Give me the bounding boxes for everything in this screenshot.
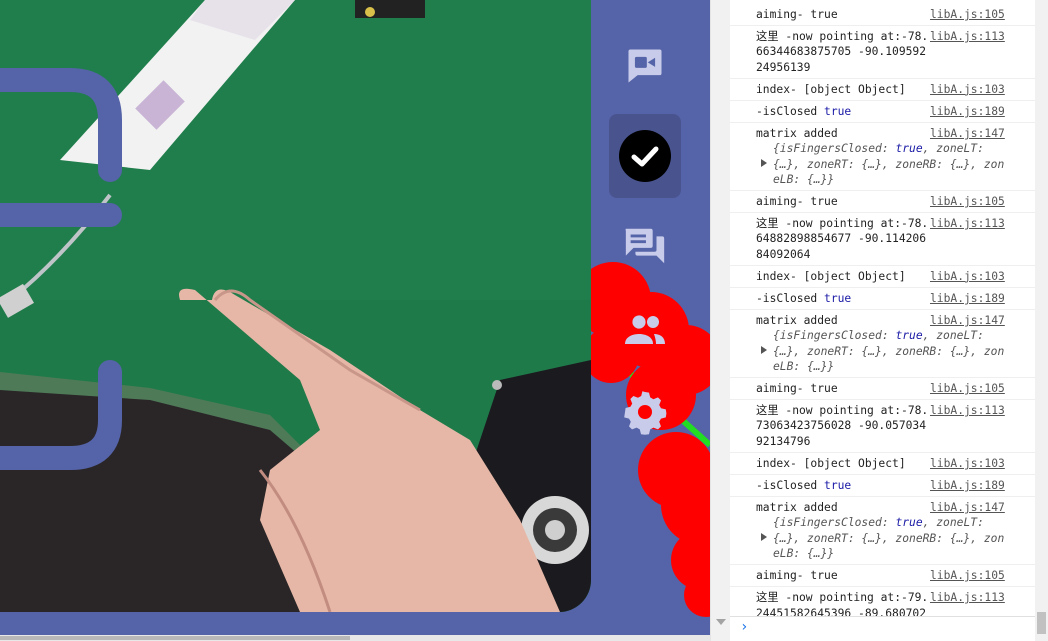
console-row: aiming- true libA.js:105 [730, 191, 1035, 214]
object-preview-start: {isFingersClosed: [773, 142, 896, 156]
source-link[interactable]: libA.js:189 [930, 104, 1005, 119]
source-link[interactable]: libA.js:105 [930, 7, 1005, 22]
console-row: index- [object Object] libA.js:103 [730, 453, 1035, 476]
source-link[interactable]: libA.js:105 [930, 194, 1005, 209]
source-link[interactable]: libA.js:147 [930, 500, 1005, 515]
console-row: matrix added libA.js:147 {isFingersClose… [730, 310, 1035, 379]
object-preview[interactable]: {isFingersClosed: true, zoneLT: {…}, zon… [756, 328, 1006, 374]
console-row: index- [object Object] libA.js:103 [730, 266, 1035, 289]
source-link[interactable]: libA.js:113 [930, 590, 1005, 605]
console-message: -isClosed true [756, 104, 930, 119]
console-log-list: aiming- true libA.js:105 这里 -now pointin… [730, 4, 1035, 640]
expand-triangle-icon[interactable] [761, 346, 767, 355]
source-link[interactable]: libA.js:103 [930, 82, 1005, 97]
prompt-caret-icon: › [740, 619, 749, 635]
object-preview[interactable]: {isFingersClosed: true, zoneLT: {…}, zon… [756, 515, 1006, 561]
console-row: matrix added libA.js:147 {isFingersClose… [730, 123, 1035, 192]
object-preview-start: {isFingersClosed: [773, 329, 896, 343]
console-message: index- [object Object] [756, 456, 906, 470]
source-link[interactable]: libA.js:189 [930, 478, 1005, 493]
console-row: index- [object Object] libA.js:103 [730, 79, 1035, 102]
console-scrollbar-thumb[interactable] [1037, 612, 1046, 634]
console-row: matrix added libA.js:147 {isFingersClose… [730, 497, 1035, 566]
console-row: 这里 -now pointing at:-78.64882898854677 -… [730, 213, 1035, 266]
horizontal-scrollbar-thumb[interactable] [0, 636, 350, 640]
object-preview-bool: true [895, 329, 923, 343]
source-link[interactable]: libA.js:147 [930, 126, 1005, 141]
source-link[interactable]: libA.js:105 [930, 381, 1005, 396]
console-row: -isClosed true libA.js:189 [730, 475, 1035, 498]
console-message: -isClosed true [756, 478, 930, 493]
console-message: aiming- true [756, 8, 838, 21]
console-message: 这里 -now pointing at:-78.66344683875705 -… [756, 30, 929, 74]
source-link[interactable]: libA.js:113 [930, 216, 1005, 231]
people-icon [625, 315, 665, 344]
console-row: 这里 -now pointing at:-78.73063423756028 -… [730, 400, 1035, 453]
console-row: -isClosed true libA.js:189 [730, 288, 1035, 311]
console-message: 这里 -now pointing at:-78.73063423756028 -… [756, 404, 929, 448]
console-message: aiming- true [756, 382, 838, 396]
object-preview-bool: true [895, 516, 923, 530]
console-bool-value: true [824, 292, 852, 306]
app-area [0, 0, 710, 641]
console-message: index- [object Object] [756, 82, 906, 96]
console-label: -isClosed [756, 479, 825, 493]
console-scrollbar[interactable] [1035, 0, 1048, 641]
horizontal-scrollbar[interactable] [0, 635, 710, 641]
source-link[interactable]: libA.js:105 [930, 568, 1005, 583]
console-label: -isClosed [756, 105, 825, 119]
console-label: -isClosed [756, 292, 825, 306]
expand-triangle-icon[interactable] [761, 533, 767, 542]
source-link[interactable]: libA.js:147 [930, 313, 1005, 328]
source-link[interactable]: libA.js:103 [930, 456, 1005, 471]
source-link[interactable]: libA.js:103 [930, 269, 1005, 284]
app-vertical-scrollbar[interactable] [710, 0, 730, 641]
console-message: index- [object Object] [756, 269, 906, 283]
sidebar [591, 0, 710, 641]
console-row: aiming- true libA.js:105 [730, 4, 1035, 27]
sidebar-button-forum[interactable] [609, 210, 681, 282]
console-message: aiming- true [756, 195, 838, 209]
console-message: matrix added [756, 127, 838, 141]
sidebar-button-settings[interactable] [609, 376, 681, 448]
console-prompt[interactable]: › [730, 616, 1035, 641]
console-message: matrix added [756, 501, 838, 515]
console-row: aiming- true libA.js:105 [730, 565, 1035, 588]
console-bool-value: true [824, 105, 852, 119]
video-chat-icon [628, 49, 662, 83]
object-preview-start: {isFingersClosed: [773, 516, 896, 530]
expand-triangle-icon[interactable] [761, 159, 767, 168]
camera-feed [0, 0, 591, 612]
check-circle-icon [619, 130, 671, 182]
forum-icon [625, 228, 665, 264]
console-message: 这里 -now pointing at:-78.64882898854677 -… [756, 217, 929, 261]
source-link[interactable]: libA.js:113 [930, 403, 1005, 418]
devtools-console: aiming- true libA.js:105 这里 -now pointin… [730, 0, 1048, 641]
console-message: aiming- true [756, 569, 838, 583]
settings-gear-icon [624, 391, 667, 435]
source-link[interactable]: libA.js:189 [930, 291, 1005, 306]
camera-image [0, 0, 591, 612]
console-bool-value: true [824, 479, 852, 493]
console-row: -isClosed true libA.js:189 [730, 101, 1035, 124]
object-preview[interactable]: {isFingersClosed: true, zoneLT: {…}, zon… [756, 141, 1006, 187]
scroll-down-arrow-icon[interactable] [716, 619, 726, 625]
source-link[interactable]: libA.js:113 [930, 29, 1005, 44]
console-row: aiming- true libA.js:105 [730, 378, 1035, 401]
object-preview-bool: true [895, 142, 923, 156]
console-message: -isClosed true [756, 291, 930, 306]
console-message: matrix added [756, 314, 838, 328]
sidebar-button-video[interactable] [609, 30, 681, 102]
sidebar-button-check[interactable] [609, 114, 681, 198]
console-row: 这里 -now pointing at:-78.66344683875705 -… [730, 26, 1035, 79]
sidebar-button-people[interactable] [609, 294, 681, 366]
